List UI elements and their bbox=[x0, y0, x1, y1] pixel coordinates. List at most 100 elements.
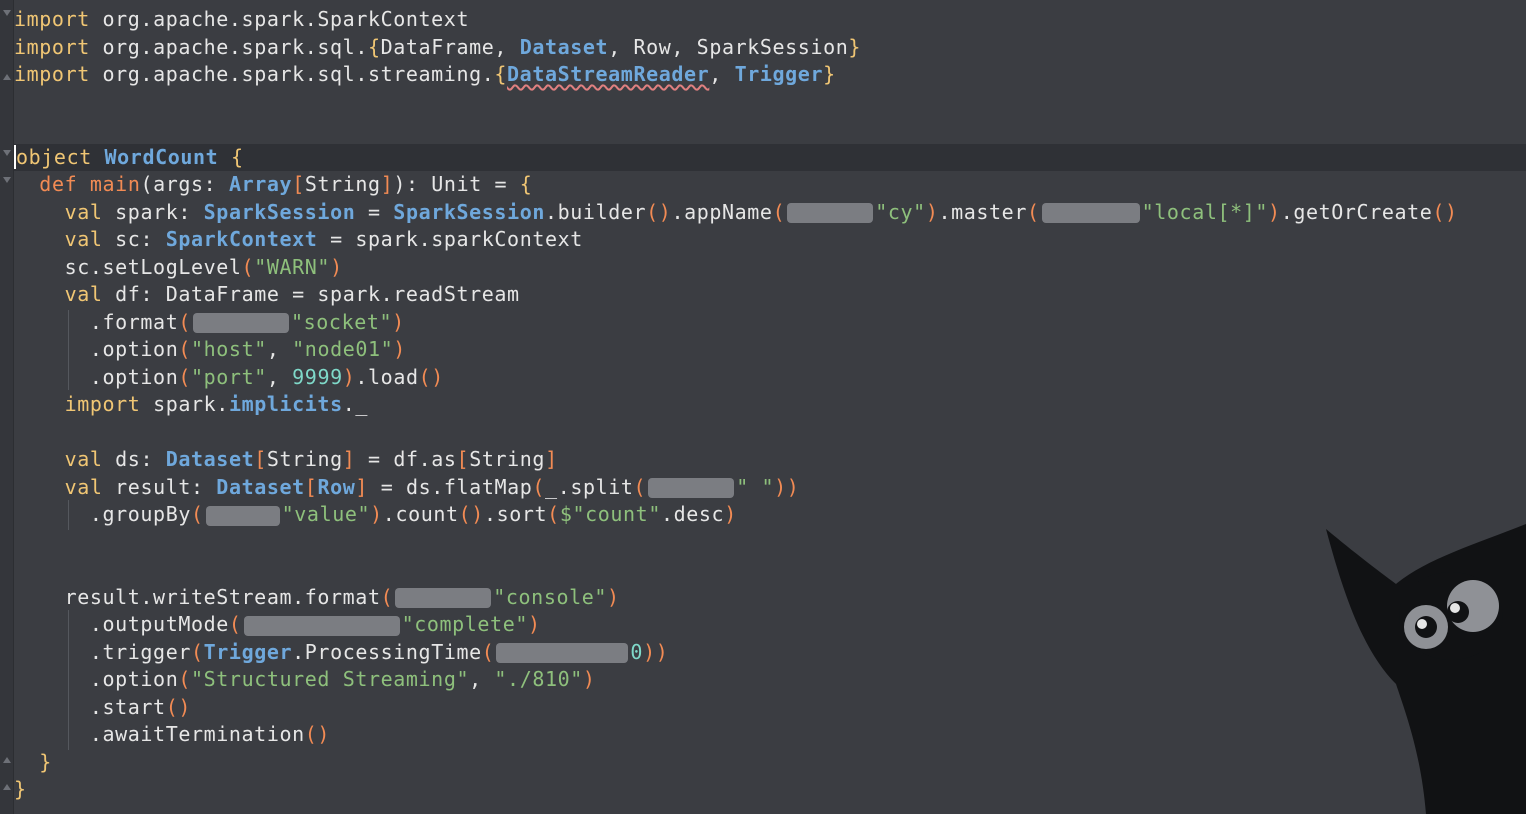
code-line[interactable]: val ds: Dataset[String] = df.as[String] bbox=[14, 446, 1526, 473]
code-token: ( bbox=[633, 474, 647, 499]
code-token: .desc bbox=[660, 502, 725, 526]
code-line[interactable]: } bbox=[14, 776, 1526, 803]
code-token: () bbox=[1432, 199, 1458, 224]
code-token: "cy" bbox=[875, 199, 926, 224]
code-token: ) bbox=[1268, 199, 1281, 224]
code-line[interactable] bbox=[14, 89, 1526, 116]
code-token: .awaitTermination bbox=[14, 722, 305, 746]
code-line[interactable]: } bbox=[14, 749, 1526, 776]
code-token: ) bbox=[342, 364, 356, 389]
fold-open-icon[interactable] bbox=[3, 177, 11, 183]
code-token: val bbox=[64, 199, 103, 224]
code-token: .groupBy bbox=[14, 502, 191, 526]
code-token: = df.as bbox=[355, 447, 457, 471]
code-token: Dataset bbox=[165, 447, 255, 471]
code-token: ( bbox=[178, 364, 191, 389]
code-line[interactable]: .awaitTermination() bbox=[14, 721, 1526, 748]
code-line[interactable]: val sc: SparkContext = spark.sparkContex… bbox=[14, 226, 1526, 253]
code-token: DataFrame, bbox=[380, 34, 520, 59]
editor-gutter[interactable] bbox=[0, 0, 14, 814]
fold-close-icon[interactable] bbox=[3, 784, 11, 790]
code-line[interactable]: import spark.implicits._ bbox=[14, 391, 1526, 418]
code-token: , bbox=[266, 364, 293, 389]
code-token: ) bbox=[370, 502, 383, 526]
code-token: import bbox=[14, 62, 90, 86]
code-token: Trigger bbox=[203, 639, 293, 664]
code-editor[interactable]: import org.apache.spark.SparkContext impo… bbox=[14, 0, 1526, 814]
code-token: ( bbox=[178, 309, 191, 334]
code-token: org.apache.spark.sql.streaming. bbox=[89, 62, 495, 86]
code-token: .option bbox=[14, 337, 179, 361]
code-token: "node01" bbox=[292, 337, 394, 361]
code-token: ) bbox=[527, 612, 541, 636]
code-token: result.writeStream.format bbox=[14, 584, 381, 609]
code-token: "value" bbox=[281, 502, 371, 526]
code-token: ): Unit = bbox=[393, 172, 520, 196]
parameter-hint bbox=[1041, 203, 1140, 223]
code-line[interactable]: .groupBy("value").count().sort($"count".… bbox=[14, 501, 1526, 528]
code-token: ( bbox=[190, 502, 204, 526]
code-token: .start bbox=[14, 694, 166, 719]
parameter-hint bbox=[205, 505, 280, 526]
fold-close-icon[interactable] bbox=[3, 757, 11, 763]
code-token: import bbox=[14, 7, 90, 31]
code-token: "./810" bbox=[494, 667, 583, 691]
code-line[interactable] bbox=[14, 116, 1526, 143]
code-line[interactable]: val spark: SparkSession = SparkSession.b… bbox=[14, 199, 1526, 226]
code-line[interactable] bbox=[14, 529, 1526, 556]
code-token: sc.setLogLevel bbox=[14, 254, 242, 279]
code-token: { bbox=[367, 34, 381, 59]
code-line[interactable]: .option("port", 9999).load() bbox=[14, 364, 1526, 391]
code-line[interactable] bbox=[14, 556, 1526, 583]
code-token: = spark.sparkContext bbox=[317, 227, 583, 251]
code-token: sc: bbox=[102, 227, 166, 251]
code-line[interactable]: object WordCount { bbox=[14, 143, 1526, 171]
code-line[interactable]: .option("host", "node01") bbox=[14, 336, 1526, 363]
code-token: " " bbox=[736, 474, 775, 499]
code-line[interactable]: import org.apache.spark.sql.{DataFrame, … bbox=[14, 34, 1526, 61]
code-token: .trigger bbox=[14, 639, 191, 664]
code-line[interactable]: .format("socket") bbox=[14, 309, 1526, 336]
code-token: ] bbox=[355, 474, 369, 499]
code-line[interactable]: sc.setLogLevel("WARN") bbox=[14, 254, 1526, 281]
fold-close-icon[interactable] bbox=[3, 74, 11, 80]
code-token: ] bbox=[545, 447, 558, 471]
code-token: ds: bbox=[102, 447, 166, 471]
code-token: "Structured Streaming" bbox=[191, 667, 470, 691]
code-token: $"count" bbox=[559, 502, 661, 526]
fold-open-icon[interactable] bbox=[3, 150, 11, 156]
code-token: .ProcessingTime bbox=[292, 639, 482, 664]
code-token: "port" bbox=[191, 364, 267, 389]
code-line[interactable]: .outputMode("complete") bbox=[14, 611, 1526, 638]
code-line[interactable]: import org.apache.spark.SparkContext bbox=[14, 6, 1526, 33]
code-token: object bbox=[14, 144, 92, 169]
code-token: val bbox=[64, 474, 103, 499]
code-token: import bbox=[14, 34, 90, 59]
parameter-hint bbox=[787, 203, 874, 223]
code-line[interactable]: val result: Dataset[Row] = ds.flatMap(_.… bbox=[14, 474, 1526, 501]
code-token: .getOrCreate bbox=[1280, 199, 1433, 224]
code-line[interactable]: .option("Structured Streaming", "./810") bbox=[14, 666, 1526, 693]
code-token: import bbox=[64, 392, 141, 416]
code-token: ( bbox=[228, 612, 242, 636]
code-token: () bbox=[646, 199, 672, 224]
code-line[interactable]: result.writeStream.format("console") bbox=[14, 584, 1526, 611]
code-line[interactable] bbox=[14, 419, 1526, 446]
fold-open-icon[interactable] bbox=[3, 10, 11, 16]
code-line[interactable]: def main(args: Array[String]): Unit = { bbox=[14, 171, 1526, 198]
code-token: spark. bbox=[140, 392, 229, 416]
code-line[interactable]: import org.apache.spark.sql.streaming.{D… bbox=[14, 61, 1526, 88]
code-token: .builder bbox=[545, 199, 647, 224]
code-token: } bbox=[39, 749, 52, 774]
code-token: Trigger bbox=[734, 62, 824, 86]
code-line[interactable]: .trigger(Trigger.ProcessingTime(0)) bbox=[14, 639, 1526, 666]
code-line[interactable]: .start() bbox=[14, 694, 1526, 721]
code-token: .count bbox=[382, 502, 459, 526]
code-token: ( bbox=[1026, 199, 1040, 224]
code-line[interactable]: val df: DataFrame = spark.readStream bbox=[14, 281, 1526, 308]
